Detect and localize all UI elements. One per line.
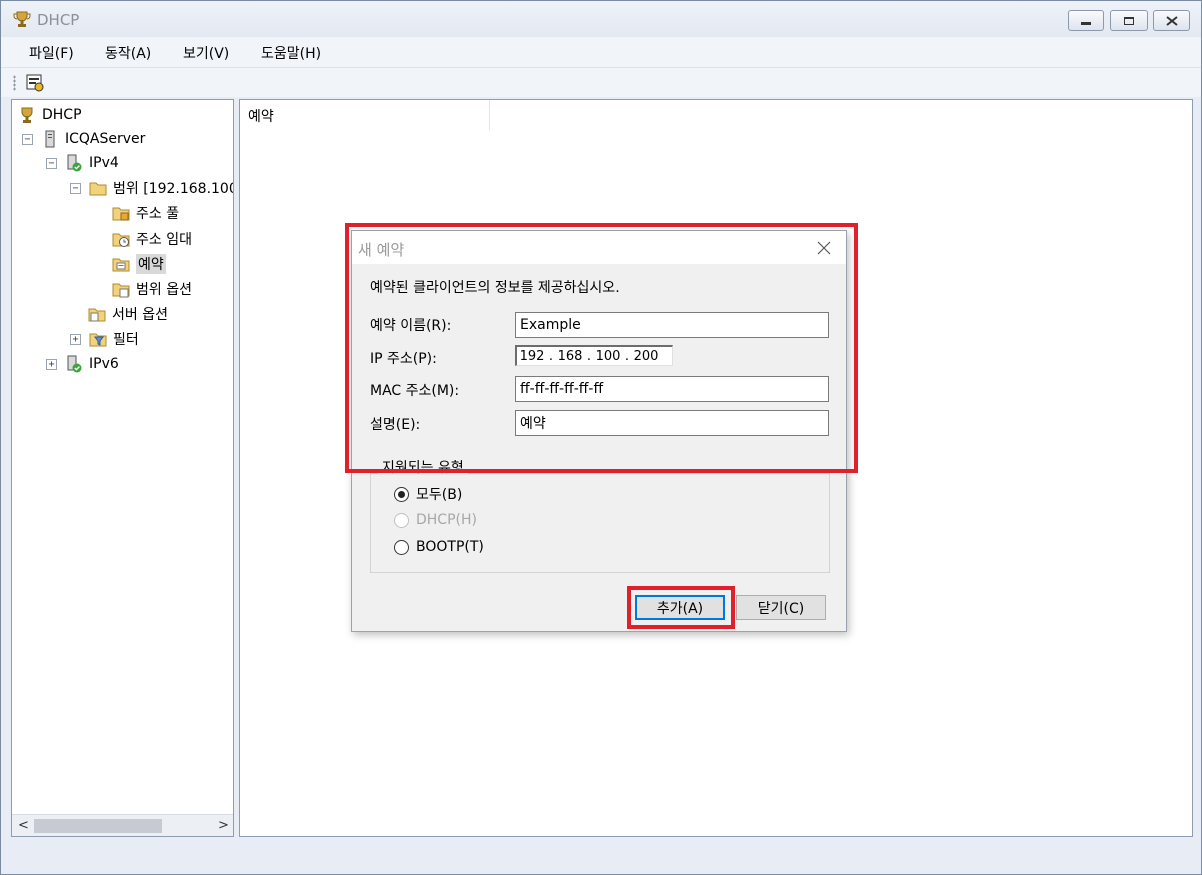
close-window-button[interactable] bbox=[1153, 10, 1190, 31]
menu-action[interactable]: 동작(A) bbox=[105, 43, 151, 63]
menu-view[interactable]: 보기(V) bbox=[183, 43, 229, 63]
window-title: DHCP bbox=[37, 11, 80, 29]
ip-address-field[interactable]: 192 . 168 . 100 . 200 bbox=[515, 345, 673, 366]
address-pool-icon bbox=[112, 207, 130, 221]
ip-octet-1[interactable]: 192 bbox=[517, 349, 547, 364]
add-button[interactable]: 추가(A) bbox=[635, 595, 725, 620]
ip-dot: . bbox=[548, 348, 554, 364]
toolbar bbox=[1, 67, 1201, 97]
scroll-thumb[interactable] bbox=[34, 819, 162, 833]
tree-label: 서버 옵션 bbox=[112, 307, 168, 323]
tree-label: 범위 옵션 bbox=[136, 282, 192, 298]
server-options-icon bbox=[88, 308, 106, 322]
ip-address-label: IP 주소(P): bbox=[370, 351, 437, 367]
expand-icon[interactable]: + bbox=[70, 333, 81, 345]
description-label: 설명(E): bbox=[370, 417, 421, 433]
dhcp-trophy-icon bbox=[21, 107, 33, 123]
status-bar bbox=[1, 841, 1201, 874]
menu-bar: 파일(F) 동작(A) 보기(V) 도움말(H) bbox=[1, 37, 1201, 67]
tree-item-dhcp[interactable]: DHCP bbox=[18, 104, 82, 126]
filter-icon bbox=[89, 333, 107, 347]
maximize-icon bbox=[1124, 16, 1134, 25]
radio-dhcp-label: DHCP(H) bbox=[416, 512, 477, 528]
scroll-left-icon[interactable]: < bbox=[18, 818, 29, 833]
minimize-button[interactable] bbox=[1068, 10, 1104, 31]
folder-icon bbox=[89, 182, 107, 196]
scope-options-icon bbox=[112, 283, 130, 298]
console-tree: DHCP − ICQAServer − IPv4 − 범위 [192.168.1… bbox=[11, 99, 234, 837]
radio-disabled-icon bbox=[394, 512, 409, 528]
ip-dot: . bbox=[624, 348, 630, 364]
dialog-title-bar: 새 예약 bbox=[352, 231, 846, 264]
tree-label: 주소 임대 bbox=[136, 232, 192, 248]
close-button[interactable]: 닫기(C) bbox=[736, 595, 826, 620]
radio-both[interactable]: 모두(B) bbox=[394, 484, 462, 504]
tree-label-selected: 예약 bbox=[136, 254, 166, 274]
ip-octet-4[interactable]: 200 bbox=[631, 349, 661, 364]
horizontal-scrollbar[interactable]: < > bbox=[12, 814, 233, 836]
scroll-right-icon[interactable]: > bbox=[218, 818, 229, 833]
title-bar: DHCP bbox=[1, 1, 1201, 37]
radio-selected-icon[interactable] bbox=[394, 486, 409, 502]
reservation-name-input[interactable] bbox=[515, 312, 829, 338]
properties-icon[interactable] bbox=[25, 73, 45, 93]
tree-item-server-options[interactable]: 서버 옵션 bbox=[88, 303, 168, 325]
description-input[interactable] bbox=[515, 410, 829, 436]
address-lease-clock-icon bbox=[112, 233, 130, 247]
tree-item-ipv6[interactable]: + IPv6 bbox=[46, 353, 119, 375]
tree-item-ipv4[interactable]: − IPv4 bbox=[46, 152, 119, 174]
server-icon bbox=[45, 130, 55, 148]
tree-label: ICQAServer bbox=[65, 131, 146, 147]
collapse-icon[interactable]: − bbox=[70, 182, 81, 194]
reservations-icon bbox=[112, 258, 130, 272]
dialog-instruction: 예약된 클라이언트의 정보를 제공하십시오. bbox=[370, 280, 620, 296]
tree-label: DHCP bbox=[42, 107, 82, 123]
mac-address-label: MAC 주소(M): bbox=[370, 383, 460, 399]
ip-octet-2[interactable]: 168 bbox=[555, 349, 585, 364]
supported-types-legend: 지원되는 유형 bbox=[378, 457, 468, 477]
expand-icon[interactable]: + bbox=[46, 358, 57, 370]
collapse-icon[interactable]: − bbox=[22, 133, 33, 145]
new-reservation-dialog: 새 예약 예약된 클라이언트의 정보를 제공하십시오. 예약 이름(R): IP… bbox=[351, 230, 847, 632]
ip-dot: . bbox=[586, 348, 592, 364]
column-header[interactable]: 예약 bbox=[240, 100, 490, 130]
tree-label: 필터 bbox=[113, 332, 139, 348]
dialog-title: 새 예약 bbox=[358, 241, 405, 259]
minimize-icon bbox=[1081, 22, 1091, 25]
collapse-icon[interactable]: − bbox=[46, 157, 57, 169]
toolbar-grip bbox=[13, 75, 16, 91]
reservation-name-label: 예약 이름(R): bbox=[370, 318, 452, 334]
tree-item-filters[interactable]: + 필터 bbox=[70, 328, 139, 350]
mac-address-input[interactable] bbox=[515, 376, 829, 402]
tree-label: 주소 풀 bbox=[136, 206, 180, 222]
ipv4-server-check-icon bbox=[67, 154, 82, 172]
ip-octet-3[interactable]: 100 bbox=[593, 349, 623, 364]
tree-item-server[interactable]: − ICQAServer bbox=[22, 128, 145, 150]
close-icon[interactable] bbox=[816, 240, 832, 256]
dhcp-trophy-icon bbox=[13, 11, 31, 27]
tree-item-scope[interactable]: − 범위 [192.168.100 bbox=[70, 177, 234, 199]
menu-help[interactable]: 도움말(H) bbox=[261, 43, 321, 63]
tree-item-reservations[interactable]: 예약 bbox=[112, 253, 166, 275]
tree-label: IPv4 bbox=[89, 155, 119, 171]
tree-item-scope-options[interactable]: 범위 옵션 bbox=[112, 278, 192, 300]
radio-bootp[interactable]: BOOTP(T) bbox=[394, 539, 484, 555]
radio-dhcp: DHCP(H) bbox=[394, 512, 477, 528]
tree-item-address-leases[interactable]: 주소 임대 bbox=[112, 228, 192, 250]
tree-label: IPv6 bbox=[89, 356, 119, 372]
tree-label: 범위 [192.168.100 bbox=[113, 181, 234, 197]
menu-file[interactable]: 파일(F) bbox=[29, 43, 74, 63]
tree-item-address-pool[interactable]: 주소 풀 bbox=[112, 202, 179, 224]
close-icon bbox=[1165, 15, 1178, 26]
maximize-button[interactable] bbox=[1110, 10, 1148, 31]
radio-unselected-icon[interactable] bbox=[394, 539, 409, 555]
radio-bootp-label: BOOTP(T) bbox=[416, 539, 484, 555]
ipv6-server-check-icon bbox=[67, 355, 82, 373]
radio-both-label: 모두(B) bbox=[416, 487, 463, 503]
